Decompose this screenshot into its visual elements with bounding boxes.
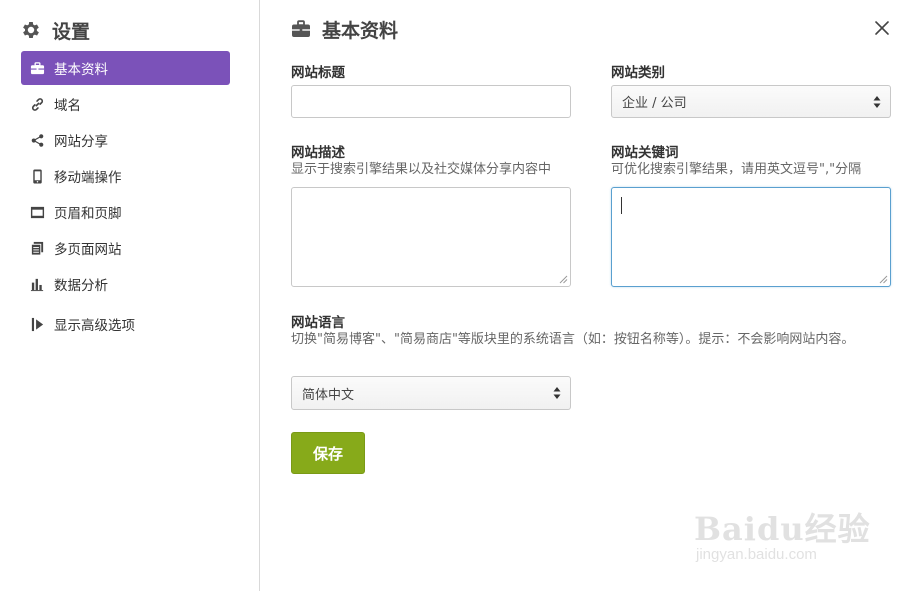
site-title-label: 网站标题: [291, 65, 345, 81]
watermark: Baidu经验 jingyan.baidu.com: [692, 490, 892, 580]
site-category-label: 网站类别: [611, 65, 665, 81]
briefcase-icon: [30, 61, 45, 74]
sidebar-item-label: 显示高级选项: [54, 318, 135, 334]
sidebar-item-label: 多页面网站: [54, 242, 122, 258]
sidebar: 设置 基本资料 域名 网站分享 移动端操作 页眉和页脚 多页面网站 数据分析 显…: [0, 0, 260, 591]
close-icon[interactable]: [873, 19, 891, 37]
settings-dialog: 设置 基本资料 域名 网站分享 移动端操作 页眉和页脚 多页面网站 数据分析 显…: [0, 0, 905, 591]
bar-chart-icon: [30, 278, 44, 291]
resize-grip-icon[interactable]: [879, 275, 888, 284]
sidebar-item-analytics[interactable]: 数据分析: [21, 267, 230, 301]
site-keywords-help: 可优化搜索引擎结果，请用英文逗号","分隔: [611, 162, 862, 177]
sidebar-item-label: 域名: [54, 98, 81, 114]
resize-grip-icon[interactable]: [559, 275, 568, 284]
page-title: 基本资料: [322, 19, 399, 42]
save-button[interactable]: 保存: [291, 432, 365, 474]
select-arrows-icon: [553, 387, 561, 399]
site-language-label: 网站语言: [291, 315, 345, 331]
briefcase-icon: [292, 20, 310, 37]
sidebar-header: 设置: [20, 16, 90, 44]
sidebar-item-share[interactable]: 网站分享: [21, 123, 230, 157]
site-description-label: 网站描述: [291, 145, 345, 161]
expand-icon: [31, 317, 44, 331]
site-title-input[interactable]: [291, 85, 571, 118]
site-language-select[interactable]: 简体中文: [291, 376, 571, 410]
link-icon: [32, 97, 43, 111]
site-keywords-textarea[interactable]: [611, 187, 891, 287]
site-keywords-label: 网站关键词: [611, 145, 679, 161]
sidebar-item-label: 移动端操作: [54, 170, 122, 186]
sidebar-title: 设置: [52, 20, 91, 43]
gear-icon: [23, 22, 39, 38]
site-description-help: 显示于搜索引擎结果以及社交媒体分享内容中: [291, 162, 552, 177]
watermark-brand: Baidu经验: [694, 510, 871, 548]
site-description-textarea[interactable]: [291, 187, 571, 287]
sidebar-item-basic-info[interactable]: 基本资料: [21, 51, 230, 85]
sidebar-item-mobile[interactable]: 移动端操作: [21, 159, 230, 193]
sidebar-nav: 基本资料 域名 网站分享 移动端操作 页眉和页脚 多页面网站 数据分析 显示高级…: [21, 51, 230, 343]
sidebar-item-advanced[interactable]: 显示高级选项: [21, 307, 230, 341]
sidebar-item-header-footer[interactable]: 页眉和页脚: [21, 195, 230, 229]
text-caret: [621, 197, 622, 214]
sidebar-item-label: 数据分析: [54, 278, 108, 294]
site-language-value: 简体中文: [302, 387, 355, 403]
share-icon: [31, 133, 44, 147]
panel-header: 基本资料: [291, 16, 398, 42]
select-arrows-icon: [873, 95, 881, 108]
watermark-url: jingyan.baidu.com: [696, 546, 817, 563]
sidebar-item-domain[interactable]: 域名: [21, 87, 230, 121]
mobile-icon: [33, 168, 42, 184]
site-category-value: 企业 / 公司: [622, 96, 687, 111]
pages-icon: [30, 241, 44, 256]
site-category-select[interactable]: 企业 / 公司: [611, 85, 891, 118]
sidebar-item-label: 基本资料: [54, 62, 108, 78]
sidebar-item-label: 网站分享: [54, 134, 108, 150]
sidebar-item-label: 页眉和页脚: [54, 206, 122, 222]
header-footer-icon: [30, 206, 45, 218]
sidebar-item-multi-page[interactable]: 多页面网站: [21, 231, 230, 265]
site-language-help: 切换"简易博客"、"简易商店"等版块里的系统语言（如：按钮名称等）。提示：不会影…: [291, 332, 855, 347]
